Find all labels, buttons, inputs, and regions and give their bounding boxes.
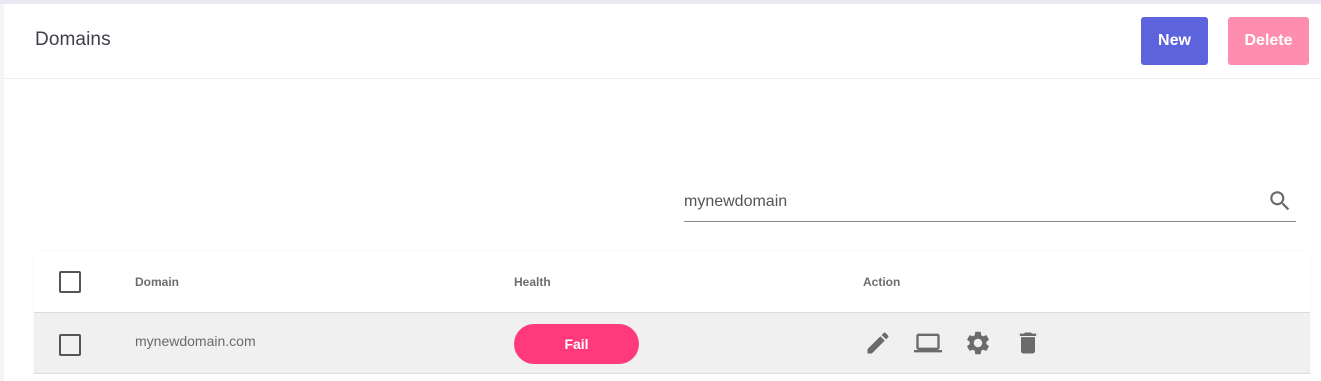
page-header: Domains New Delete [4, 4, 1321, 79]
search-icon[interactable] [1267, 188, 1293, 214]
search-field [684, 184, 1296, 222]
edit-icon[interactable] [864, 329, 892, 357]
page-title: Domains [35, 29, 111, 50]
trash-icon[interactable] [1014, 329, 1042, 357]
column-header-health[interactable]: Health [514, 275, 551, 289]
domain-cell: mynewdomain.com [135, 333, 256, 349]
domains-card: Domains New Delete Domain Health Action … [4, 4, 1321, 381]
select-all-checkbox[interactable] [59, 271, 81, 293]
gear-icon[interactable] [964, 329, 992, 357]
delete-button[interactable]: Delete [1228, 17, 1309, 65]
new-button[interactable]: New [1141, 17, 1208, 65]
search-input[interactable] [684, 190, 1244, 214]
column-header-domain[interactable]: Domain [135, 275, 179, 289]
table-header: Domain Health Action [34, 251, 1310, 313]
health-status-badge: Fail [514, 324, 639, 364]
table-row: mynewdomain.com Fail [34, 313, 1310, 374]
domains-table: Domain Health Action mynewdomain.com Fai… [34, 251, 1310, 381]
row-checkbox[interactable] [59, 334, 81, 356]
column-header-action: Action [863, 275, 901, 289]
laptop-icon[interactable] [914, 329, 942, 357]
